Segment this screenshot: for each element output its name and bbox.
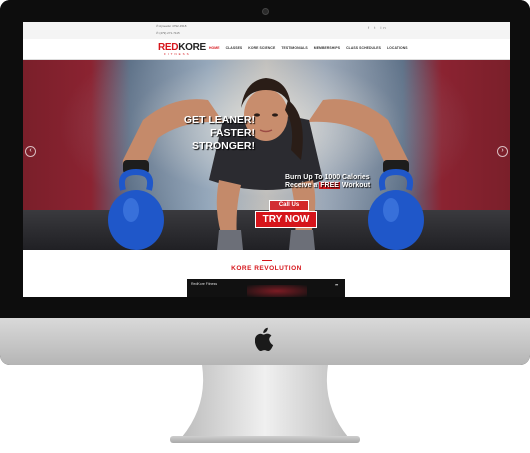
promo-workout: Workout <box>341 182 371 189</box>
nav-classes[interactable]: CLASSES <box>226 46 243 50</box>
promo-line-1: Burn Up To 1000 Calories <box>285 174 370 181</box>
hero-promo: Burn Up To 1000 Calories Receive a FREE … <box>285 174 395 190</box>
contact-phone-1[interactable]: ✆ Ajmeefer 4792-1518 <box>156 24 186 28</box>
site-header: REDKORE FITNESS HOME CLASSES KORE SCIENC… <box>23 39 510 60</box>
contact-phone-2[interactable]: ✆ (479) 271-7115 <box>156 31 180 35</box>
section-title: KORE REVOLUTION <box>231 265 302 272</box>
nav-locations[interactable]: LOCATIONS <box>387 46 408 50</box>
website-screen: ✆ Ajmeefer 4792-1518 ✆ (479) 271-7115 f … <box>23 22 510 297</box>
video-title: RedKore Fitness <box>191 282 218 286</box>
monitor-stand <box>182 365 348 437</box>
call-us-button[interactable]: Call Us <box>269 200 309 211</box>
headline-line-1: GET LEANER! <box>183 114 255 126</box>
camera-icon <box>262 8 269 15</box>
section-divider <box>262 260 272 261</box>
nav-home[interactable]: HOME <box>209 46 220 50</box>
apple-logo-icon <box>255 327 274 351</box>
video-embed[interactable]: RedKore Fitness ➦ <box>187 279 345 297</box>
promo-line-2: Receive a FREE Workout <box>285 182 395 190</box>
try-now-button[interactable]: TRY NOW <box>255 211 317 228</box>
nav-memberships[interactable]: MEMBERSHIPS <box>314 46 340 50</box>
video-thumbnail <box>247 285 307 297</box>
stand-base <box>170 436 360 443</box>
headline-line-3: STRONGER! <box>192 140 255 152</box>
imac-monitor: ✆ Ajmeefer 4792-1518 ✆ (479) 271-7115 f … <box>0 0 530 365</box>
prev-arrow-icon[interactable]: ‹ <box>25 146 36 157</box>
nav-kore-science[interactable]: KORE SCIENCE <box>248 46 275 50</box>
main-nav: HOME CLASSES KORE SCIENCE TESTIMONIALS M… <box>209 46 408 50</box>
nav-testimonials[interactable]: TESTIMONIALS <box>281 46 307 50</box>
promo-receive: Receive a <box>285 182 318 189</box>
hero-headline: GET LEANER! FASTER! STRONGER! <box>163 114 255 153</box>
social-icons[interactable]: f t in <box>368 25 388 30</box>
next-arrow-icon[interactable]: › <box>497 146 508 157</box>
contact-topbar: ✆ Ajmeefer 4792-1518 ✆ (479) 271-7115 f … <box>23 22 510 39</box>
promo-free-badge: FREE <box>319 182 340 189</box>
hero-banner: ‹ › GET LEANER! FASTER! STRONGER! Burn U… <box>23 60 510 250</box>
logo-tagline: FITNESS <box>164 52 191 56</box>
headline-line-2: FASTER! <box>210 127 255 139</box>
nav-class-schedules[interactable]: CLASS SCHEDULES <box>346 46 381 50</box>
share-icon[interactable]: ➦ <box>335 282 338 287</box>
